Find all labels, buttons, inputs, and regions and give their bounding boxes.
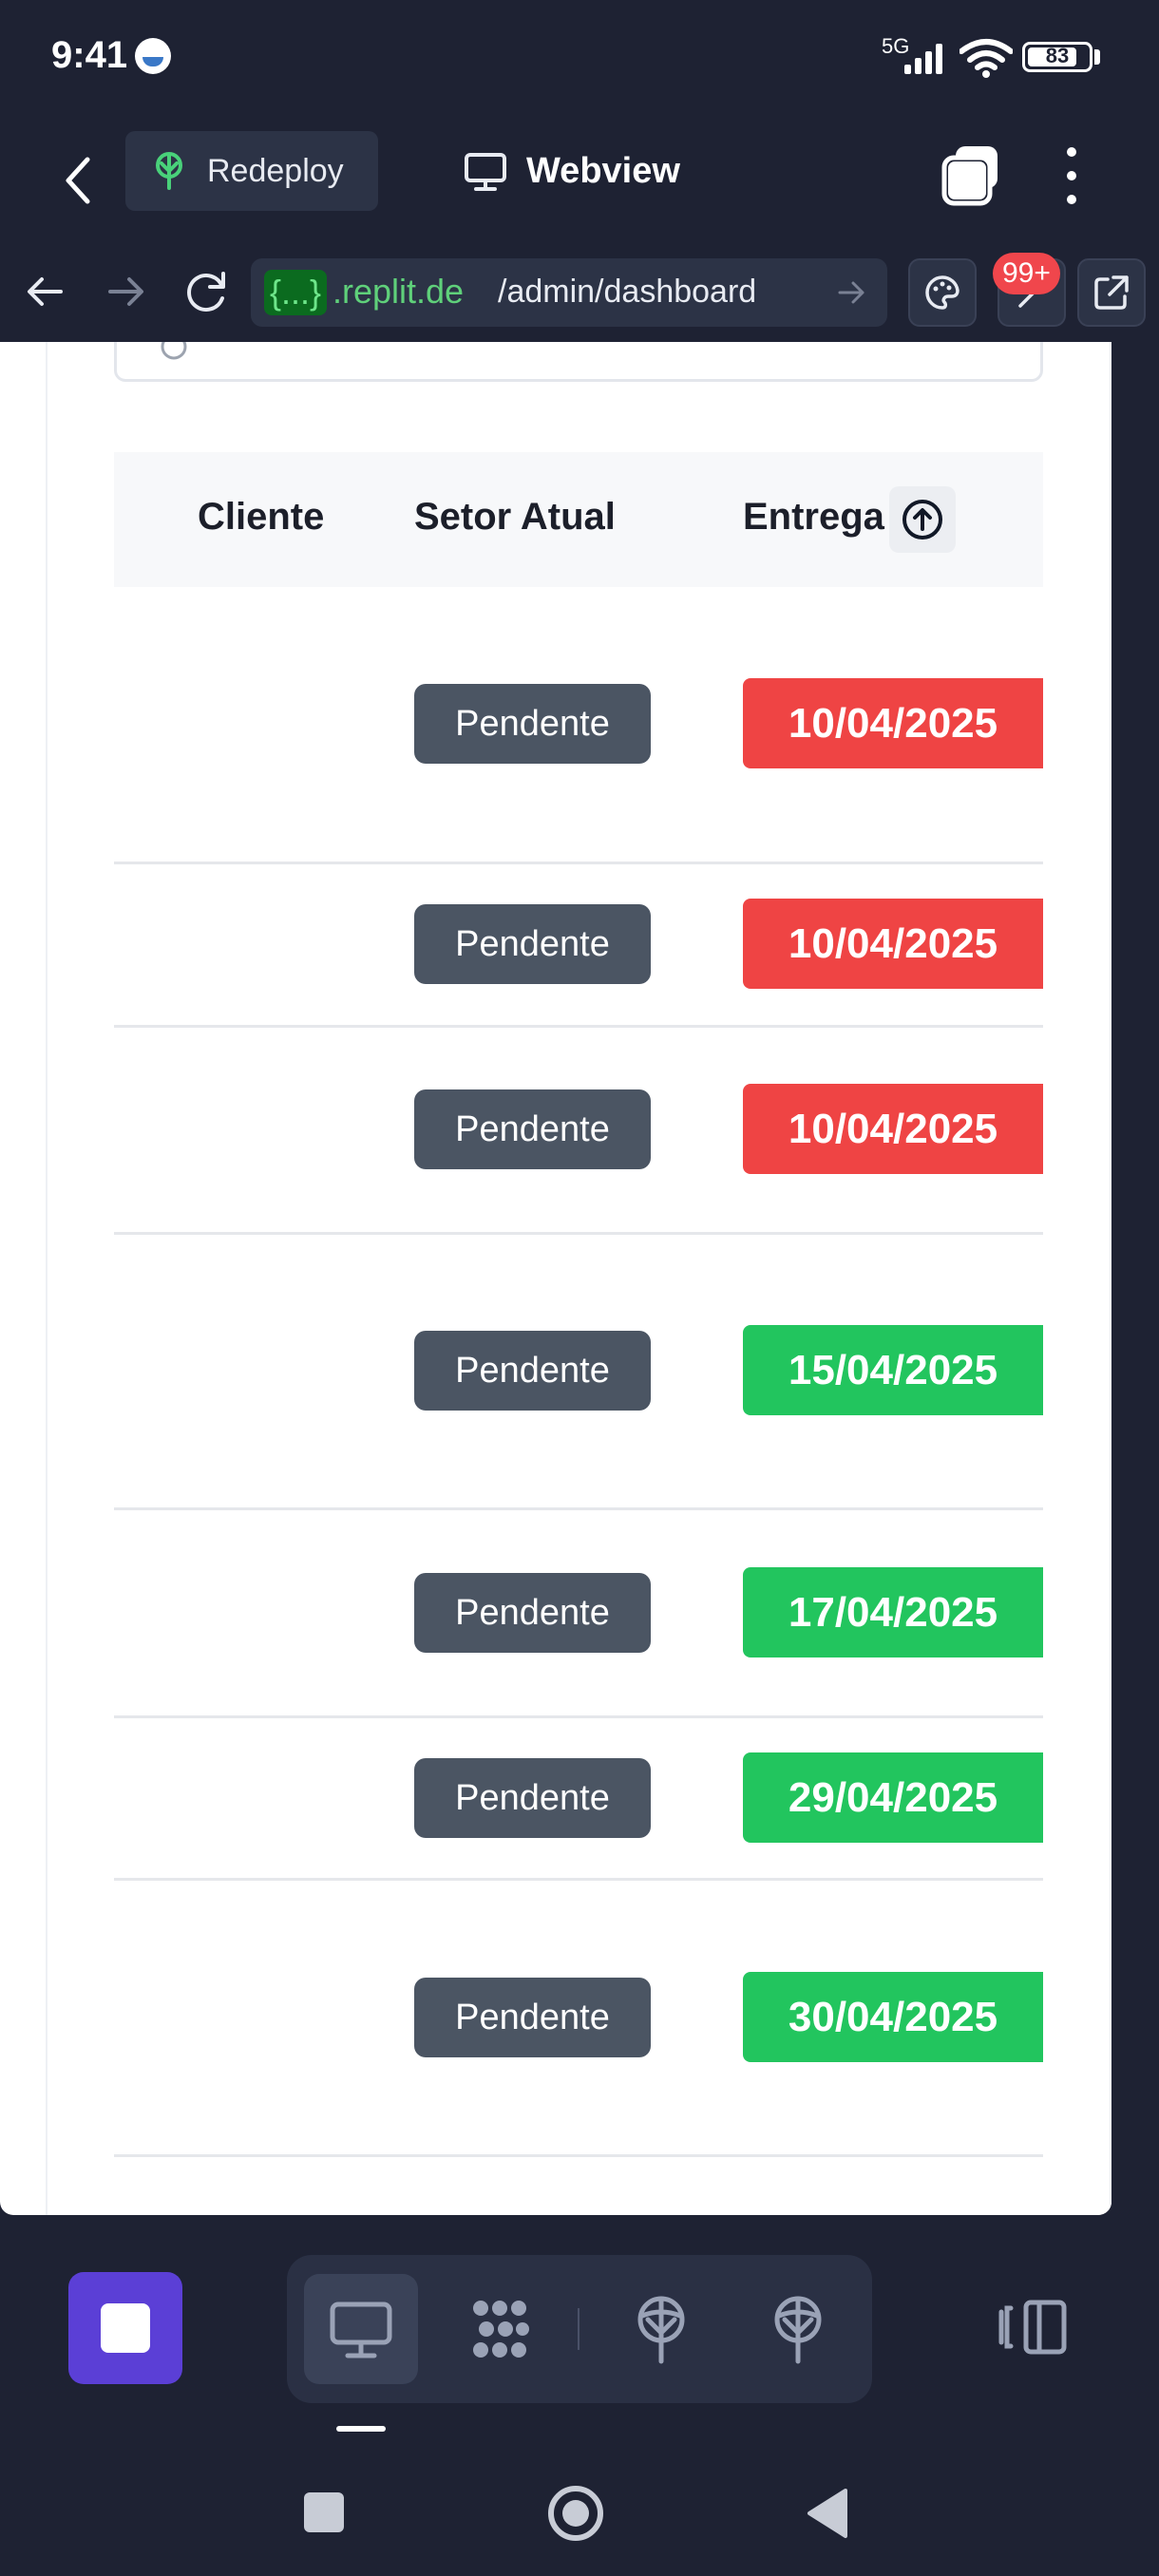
browser-forward-button[interactable] <box>91 258 158 325</box>
row-divider <box>114 1878 1043 1881</box>
delivery-date-badge: 15/04/2025 <box>743 1325 1043 1415</box>
redeploy-label: Redeploy <box>207 153 344 189</box>
url-bar[interactable]: {...} .replit.de /admin/dashboard <box>251 258 887 327</box>
webview-label: Webview <box>526 151 680 191</box>
row-divider <box>114 2154 1043 2157</box>
status-badge: Pendente <box>414 684 651 764</box>
search-input[interactable] <box>114 342 1043 382</box>
status-time: 9:41 <box>51 34 128 76</box>
open-external-button[interactable] <box>1077 258 1146 327</box>
webview-content: Cliente Setor Atual Entrega Pendente 10/… <box>0 342 1159 2215</box>
go-arrow-icon[interactable] <box>830 272 872 313</box>
status-badge: Pendente <box>414 1089 651 1169</box>
notification-count-badge: 99+ <box>993 253 1060 294</box>
browser-back-button[interactable] <box>13 258 80 325</box>
status-bar: 9:41 5G 83 <box>0 0 1159 114</box>
dock-divider <box>578 2308 580 2350</box>
delivery-date-badge: 10/04/2025 <box>743 1084 1043 1174</box>
deployments-alt-dock-button[interactable] <box>741 2274 855 2384</box>
workflow-icon <box>473 2301 529 2358</box>
stop-button[interactable] <box>68 2272 182 2384</box>
palette-icon <box>925 275 960 310</box>
status-badge: Pendente <box>414 1978 651 2057</box>
battery-level: 83 <box>1045 44 1070 67</box>
back-button[interactable] <box>46 142 112 218</box>
external-link-icon <box>1094 275 1129 310</box>
deploy-icon <box>637 2296 685 2364</box>
row-divider <box>114 862 1043 864</box>
delivery-date-badge: 29/04/2025 <box>743 1752 1043 1843</box>
bottom-toolbar <box>0 2215 1159 2443</box>
row-divider <box>114 1232 1043 1235</box>
sort-button[interactable] <box>889 486 956 553</box>
app-header: Redeploy Webview <box>0 114 1159 247</box>
reload-button[interactable] <box>173 258 239 325</box>
battery-tip <box>1094 49 1100 65</box>
monitor-icon <box>330 2301 392 2358</box>
delivery-date-badge: 10/04/2025 <box>743 678 1043 768</box>
arrow-left-icon <box>28 277 63 306</box>
status-badge: Pendente <box>414 1331 651 1411</box>
arrow-up-circle-icon <box>902 500 942 540</box>
url-placeholder-badge: {...} <box>264 270 328 315</box>
home-circle-icon[interactable] <box>545 2483 606 2544</box>
status-badge: Pendente <box>414 904 651 984</box>
row-divider <box>114 1507 1043 1510</box>
system-nav-bar <box>0 2443 1159 2576</box>
delivery-date-badge: 10/04/2025 <box>743 899 1043 989</box>
status-badge: Pendente <box>414 1573 651 1653</box>
recents-square-icon[interactable] <box>304 2492 344 2532</box>
kebab-menu-icon <box>1067 147 1076 204</box>
tabs-button[interactable] <box>939 142 1005 209</box>
webview-tab[interactable]: Webview <box>464 131 711 211</box>
monitor-icon <box>465 153 506 191</box>
arrow-right-icon <box>108 277 143 306</box>
deploy-icon <box>156 152 182 190</box>
stop-square-icon <box>101 2303 150 2353</box>
active-tab-indicator <box>336 2426 386 2432</box>
column-header-cliente[interactable]: Cliente <box>198 496 324 539</box>
row-divider <box>114 1715 1043 1718</box>
wifi-icon <box>960 39 1013 78</box>
panel-toggle-icon[interactable] <box>994 2287 1074 2367</box>
reload-icon <box>187 272 225 312</box>
status-badge: Pendente <box>414 1758 651 1838</box>
delivery-date-badge: 17/04/2025 <box>743 1567 1043 1657</box>
notification-app-icon <box>135 38 171 74</box>
dashboard-panel <box>46 342 1112 2215</box>
delivery-date-badge: 30/04/2025 <box>743 1972 1043 2062</box>
browser-toolbar: {...} .replit.de /admin/dashboard <box>0 247 1159 342</box>
tool-dock <box>287 2255 872 2403</box>
deploy-alt-icon <box>774 2296 822 2364</box>
row-divider <box>114 1025 1043 1028</box>
search-icon <box>161 342 187 360</box>
deployments-dock-button[interactable] <box>604 2274 718 2384</box>
url-host: .replit.de <box>332 272 465 311</box>
redeploy-button[interactable]: Redeploy <box>125 131 378 211</box>
back-triangle-icon[interactable] <box>804 2487 851 2540</box>
column-header-entrega[interactable]: Entrega <box>743 496 884 539</box>
table-header: Cliente Setor Atual Entrega <box>114 452 1043 587</box>
more-button[interactable] <box>1053 142 1091 209</box>
battery-icon: 83 <box>1022 42 1092 72</box>
signal-icon <box>904 42 952 74</box>
workflow-dock-button[interactable] <box>443 2274 557 2384</box>
page-card: Cliente Setor Atual Entrega Pendente 10/… <box>0 342 1112 2215</box>
theme-button[interactable] <box>908 258 977 327</box>
tabs-icon <box>941 146 998 206</box>
url-path: /admin/dashboard <box>498 274 757 310</box>
webview-dock-button[interactable] <box>304 2274 418 2384</box>
column-header-setor-atual[interactable]: Setor Atual <box>414 496 616 539</box>
chevron-left-icon <box>66 157 90 204</box>
